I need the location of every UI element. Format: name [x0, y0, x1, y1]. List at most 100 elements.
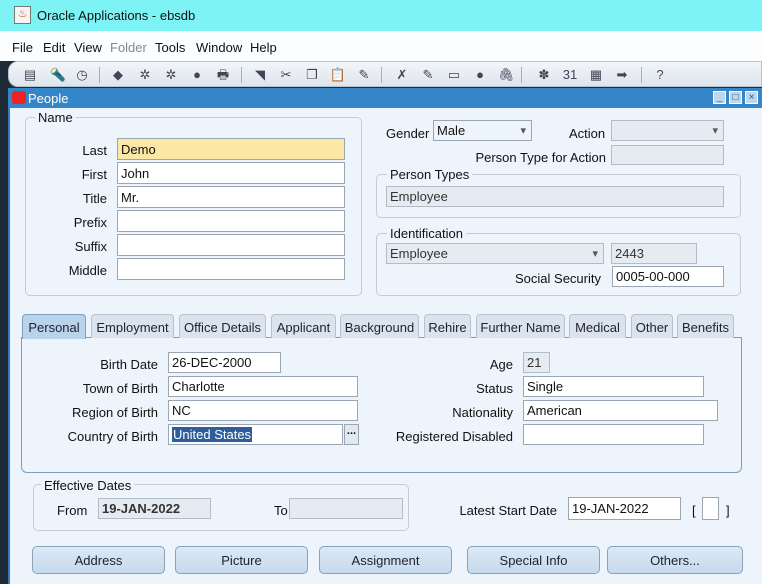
name-middle-field[interactable]	[117, 258, 345, 280]
region-of-birth-label: Region of Birth	[72, 405, 158, 420]
name-prefix-field[interactable]	[117, 210, 345, 232]
app-title-bar: ♨ Oracle Applications - ebsdb	[0, 0, 762, 31]
name-last-field[interactable]: Demo	[117, 138, 345, 160]
country-of-birth-label: Country of Birth	[67, 429, 158, 444]
menu-view[interactable]: View	[74, 40, 102, 55]
nationality-label: Nationality	[452, 405, 513, 420]
bracket-close: ]	[726, 503, 730, 518]
edit-field-icon[interactable]: ✗	[393, 66, 411, 84]
button-others[interactable]: Others...	[607, 546, 743, 574]
identification-label: Identification	[387, 226, 466, 241]
copy-icon[interactable]: ✂	[277, 66, 295, 84]
descriptive-flexfield[interactable]	[702, 497, 719, 520]
tab-office-details[interactable]: Office Details	[179, 314, 266, 338]
latest-start-date-label: Latest Start Date	[459, 503, 557, 518]
tab-further-name[interactable]: Further Name	[476, 314, 565, 338]
town-of-birth-label: Town of Birth	[82, 381, 158, 396]
registered-disabled-label: Registered Disabled	[395, 429, 513, 444]
translations-icon[interactable]: ▭	[445, 66, 463, 84]
gender-value: Male	[437, 123, 466, 138]
find-icon[interactable]: 🔦	[49, 66, 67, 84]
paste-icon[interactable]: ❐	[303, 66, 321, 84]
summary-icon[interactable]: ➡	[613, 66, 631, 84]
from-label: From	[57, 503, 88, 518]
button-picture[interactable]: Picture	[175, 546, 308, 574]
toolbar-separator	[99, 67, 100, 83]
identification-type-value: Employee	[390, 246, 448, 261]
maximize-icon[interactable]: □	[729, 91, 742, 104]
age-field[interactable]: 21	[523, 352, 550, 373]
region-of-birth-field[interactable]: NC	[168, 400, 358, 421]
name-suffix-field[interactable]	[117, 234, 345, 256]
gender-select[interactable]: Male	[433, 120, 532, 141]
country-of-birth-field[interactable]: United States	[168, 424, 343, 445]
latest-start-date-field[interactable]: 19-JAN-2022	[568, 497, 681, 520]
next-step-icon[interactable]: ✲	[136, 66, 154, 84]
toolbar-separator	[241, 67, 242, 83]
age-value: 21	[527, 355, 542, 370]
menu-edit[interactable]: Edit	[43, 40, 65, 55]
birth-date-field[interactable]: 26-DEC-2000	[168, 352, 281, 373]
effective-from-field[interactable]: 19-JAN-2022	[98, 498, 211, 519]
work-date-icon[interactable]: 31	[561, 66, 579, 84]
menu-bar: File Edit View Folder Tools Window Help	[0, 31, 762, 61]
social-security-label: Social Security	[515, 271, 601, 286]
tab-background[interactable]: Background	[340, 314, 419, 338]
effective-dates-label: Effective Dates	[41, 478, 135, 493]
close-icon[interactable]: ×	[745, 91, 758, 104]
zoom-icon[interactable]: ✎	[419, 66, 437, 84]
folder-tools-icon[interactable]: 🖇	[497, 66, 515, 84]
menu-help[interactable]: Help	[250, 40, 277, 55]
button-special-info[interactable]: Special Info	[467, 546, 600, 574]
tab-other[interactable]: Other	[631, 314, 673, 338]
gender-label: Gender	[386, 126, 430, 141]
tab-benefits[interactable]: Benefits	[677, 314, 734, 338]
tab-rehire[interactable]: Rehire	[424, 314, 471, 338]
employee-number-field[interactable]: 2443	[611, 243, 697, 264]
town-of-birth-field[interactable]: Charlotte	[168, 376, 358, 397]
delete-record-icon[interactable]: ✎	[355, 66, 373, 84]
save-icon[interactable]: ◆	[109, 66, 127, 84]
print-icon[interactable]: ●	[188, 66, 206, 84]
effective-to-field[interactable]	[289, 498, 403, 519]
name-first-label: First	[81, 167, 107, 182]
status-field[interactable]: Single	[523, 376, 704, 397]
clear-record-icon[interactable]: 📋	[329, 66, 347, 84]
name-title-label: Title	[82, 191, 107, 206]
tab-personal[interactable]: Personal	[22, 314, 86, 339]
name-first-field[interactable]: John	[117, 162, 345, 184]
tab-medical[interactable]: Medical	[569, 314, 626, 338]
button-address[interactable]: Address	[32, 546, 165, 574]
social-security-field[interactable]: 0005-00-000	[612, 266, 724, 287]
attachments-icon[interactable]: ●	[471, 66, 489, 84]
switch-responsibility-icon[interactable]: ✲	[162, 66, 180, 84]
form-title-bar: People _ □ ×	[8, 88, 762, 108]
person-types-field[interactable]: Employee	[386, 186, 724, 207]
navigator-icon[interactable]: ◷	[73, 66, 91, 84]
registered-disabled-field[interactable]	[523, 424, 704, 445]
name-title-field[interactable]: Mr.	[117, 186, 345, 208]
close-form-icon[interactable]: 🖶	[214, 66, 232, 84]
identification-type-select[interactable]: Employee	[386, 243, 604, 264]
button-assignment[interactable]: Assignment	[319, 546, 452, 574]
country-lov-button[interactable]: ...	[344, 424, 359, 445]
tab-employment[interactable]: Employment	[91, 314, 174, 338]
cut-icon[interactable]: ◥	[251, 66, 269, 84]
person-type-for-action-field[interactable]	[611, 145, 724, 165]
country-of-birth-value: United States	[172, 427, 253, 442]
tab-applicant[interactable]: Applicant	[271, 314, 336, 338]
help-icon[interactable]: ?	[651, 66, 669, 84]
calendar-icon[interactable]: ✽	[535, 66, 553, 84]
export-icon[interactable]: ▦	[587, 66, 605, 84]
new-record-icon[interactable]: ▤	[21, 66, 39, 84]
oracle-icon	[12, 91, 26, 104]
status-value: Single	[527, 379, 564, 394]
action-select[interactable]	[611, 120, 724, 141]
menu-file[interactable]: File	[12, 40, 33, 55]
birth-date-label: Birth Date	[100, 357, 158, 372]
nationality-field[interactable]: American	[523, 400, 718, 421]
menu-tools[interactable]: Tools	[155, 40, 185, 55]
menu-window[interactable]: Window	[196, 40, 242, 55]
person-types-label: Person Types	[387, 167, 473, 182]
minimize-icon[interactable]: _	[713, 91, 726, 104]
